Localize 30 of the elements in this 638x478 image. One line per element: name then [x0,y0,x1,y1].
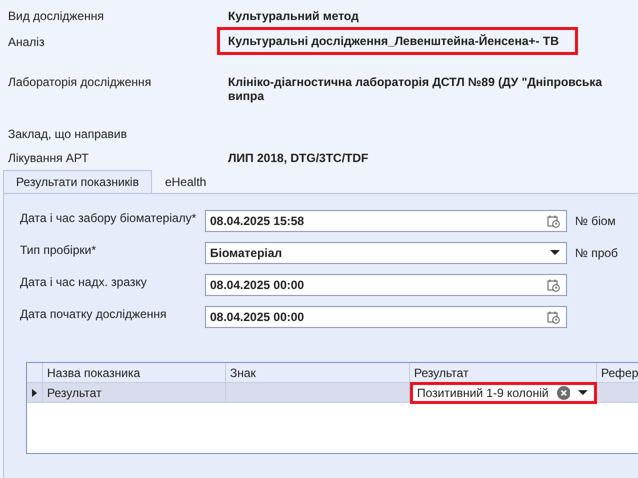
calendar-clock-icon[interactable] [547,214,560,228]
field-value: Культуральний метод [228,8,359,23]
caret-icon[interactable] [578,390,588,396]
field-value: Клініко-діагностична лабораторія ДСТЛ №89 (ДУ "Дніпровська випра [228,74,604,103]
calendar-clock-icon[interactable] [547,310,560,324]
field-label: Дата і час надх. зразку [20,275,148,289]
date-field[interactable]: 08.04.2025 00:00 [205,274,567,296]
clear-icon[interactable] [556,386,570,400]
field-label: Лабораторія дослідження [8,74,152,89]
table-cell: Результат [43,383,226,403]
tab[interactable]: Результати показників [3,170,152,193]
field-label: Тип пробірки* [20,243,98,257]
field-label: № проб [575,246,618,260]
result-dropdown[interactable]: Позитивний 1-9 колоній [410,382,597,404]
field-label: Лікування АРТ [8,150,90,165]
dropdown-field[interactable]: Біоматеріал [205,242,567,264]
calendar-clock-icon[interactable] [547,278,560,292]
field-label: № біом [575,214,616,228]
row-indicator-cell[interactable] [27,383,43,403]
field-label: Заклад, що направив [8,126,128,141]
field-label: Дата і час забору біоматеріалу* [20,211,198,225]
field-label: Дата початку дослідження [20,307,168,321]
field-value: Культуральні дослідження_Левенштейна-Йенсена+- ТВ [217,27,578,55]
date-field[interactable]: 08.04.2025 15:58 [205,210,567,232]
field-value: ЛИП 2018, DTG/3TC/TDF [228,150,368,165]
date-field[interactable]: 08.04.2025 00:00 [205,306,567,328]
caret-icon[interactable] [550,250,560,256]
tab[interactable]: eHealth [152,170,220,193]
field-label: Вид дослідження [8,8,105,23]
field-label: Аналіз [8,34,46,49]
